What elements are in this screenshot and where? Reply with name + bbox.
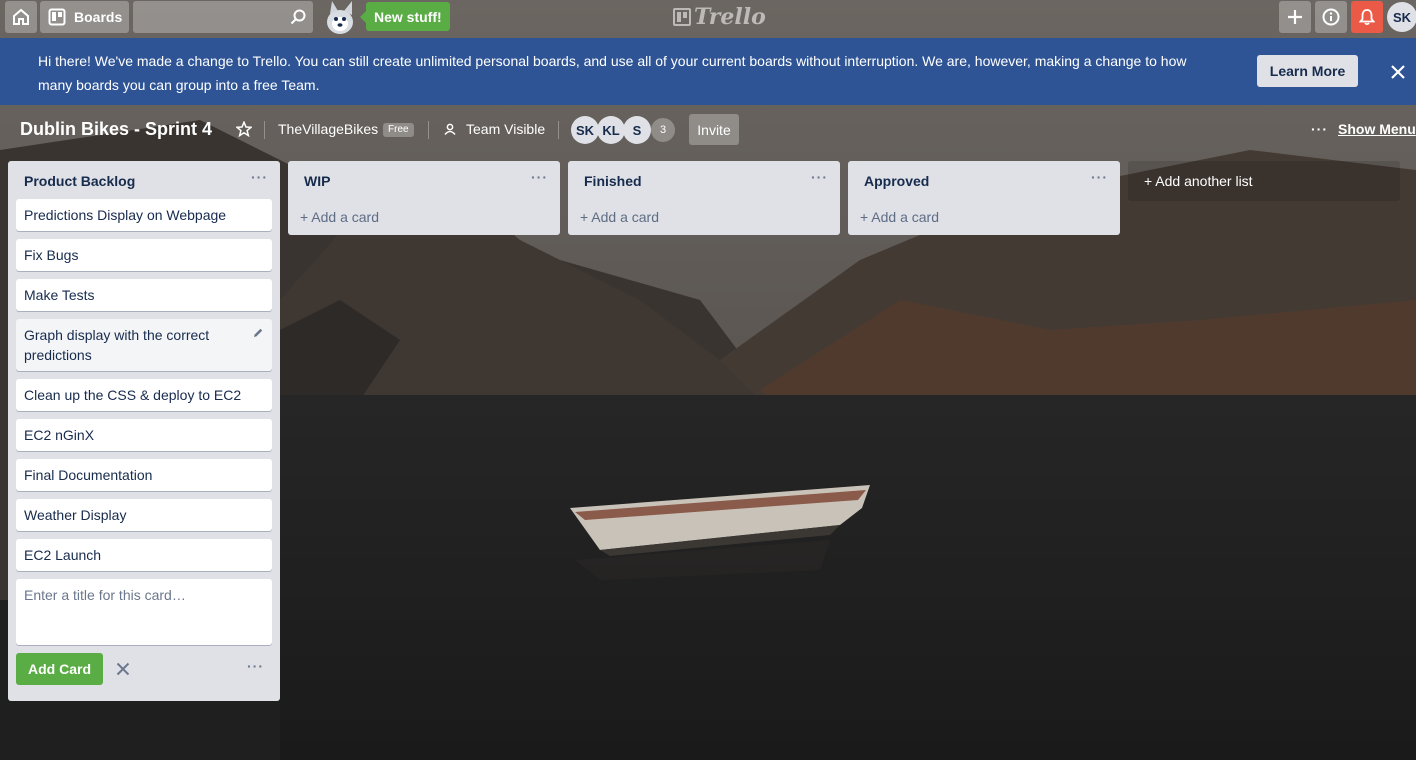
add-a-card-link[interactable]: + Add a card bbox=[288, 199, 560, 235]
invite-label: Invite bbox=[697, 121, 731, 138]
member-avatar[interactable]: SK bbox=[571, 116, 599, 144]
add-another-list-button[interactable]: + Add another list bbox=[1128, 161, 1400, 201]
card-title: Weather Display bbox=[24, 507, 127, 523]
member-initials: KL bbox=[602, 122, 620, 138]
card-title-input[interactable] bbox=[16, 579, 272, 645]
list-menu-icon[interactable]: ··· bbox=[251, 169, 268, 185]
home-button[interactable] bbox=[5, 1, 37, 33]
team-plan-badge: Free bbox=[383, 123, 414, 137]
card-title: EC2 Launch bbox=[24, 547, 102, 563]
create-button[interactable] bbox=[1279, 1, 1311, 33]
composer-controls: Add Card ··· bbox=[8, 653, 280, 701]
add-card-label: Add Card bbox=[28, 661, 91, 677]
card-composer bbox=[16, 579, 272, 645]
board-header: Dublin Bikes - Sprint 4 TheVillageBikes … bbox=[0, 105, 1416, 153]
list-header: Product Backlog ··· bbox=[8, 161, 280, 199]
home-icon bbox=[13, 8, 29, 25]
list-approved: Approved ··· + Add a card bbox=[848, 161, 1120, 235]
bell-icon bbox=[1359, 9, 1375, 26]
top-header: Boards New stuff! Trello SK bbox=[0, 0, 1416, 34]
card-title: Graph display with the correct predictio… bbox=[24, 327, 210, 363]
member-count-badge[interactable]: 3 bbox=[651, 118, 675, 142]
list-menu-icon[interactable]: ··· bbox=[531, 169, 548, 185]
pencil-icon[interactable] bbox=[252, 327, 264, 339]
show-menu-button[interactable]: ··· Show Menu bbox=[1311, 121, 1416, 137]
card[interactable]: EC2 nGinX bbox=[16, 419, 272, 451]
list-header: Approved ··· bbox=[848, 161, 1120, 199]
list-menu-icon[interactable]: ··· bbox=[811, 169, 828, 185]
close-icon[interactable] bbox=[116, 662, 130, 676]
composer-options-icon[interactable]: ··· bbox=[247, 658, 264, 674]
list-title[interactable]: WIP bbox=[304, 173, 330, 189]
user-avatar[interactable]: SK bbox=[1387, 2, 1416, 32]
info-icon bbox=[1322, 8, 1340, 26]
show-menu-label: Show Menu bbox=[1338, 121, 1416, 137]
more-icon: ··· bbox=[1311, 121, 1328, 137]
card-title: EC2 nGinX bbox=[24, 427, 95, 443]
search-icon bbox=[290, 9, 306, 25]
card[interactable]: Fix Bugs bbox=[16, 239, 272, 271]
card[interactable]: Weather Display bbox=[16, 499, 272, 531]
add-a-card-link[interactable]: + Add a card bbox=[568, 199, 840, 235]
team-icon bbox=[444, 123, 456, 135]
search-input[interactable] bbox=[133, 1, 313, 33]
board-title[interactable]: Dublin Bikes - Sprint 4 bbox=[20, 119, 212, 140]
member-avatar[interactable]: S bbox=[623, 116, 651, 144]
card-title: Final Documentation bbox=[24, 467, 153, 483]
card-title: Predictions Display on Webpage bbox=[24, 207, 227, 223]
header-divider bbox=[264, 121, 265, 139]
card[interactable]: Final Documentation bbox=[16, 459, 272, 491]
invite-button[interactable]: Invite bbox=[689, 114, 739, 145]
close-icon[interactable] bbox=[1390, 64, 1406, 80]
card[interactable]: EC2 Launch bbox=[16, 539, 272, 571]
card-title: Make Tests bbox=[24, 287, 95, 303]
card-title: Fix Bugs bbox=[24, 247, 79, 263]
list-title[interactable]: Product Backlog bbox=[24, 173, 135, 189]
trello-logo-icon bbox=[673, 8, 691, 26]
team-name-link[interactable]: TheVillageBikes bbox=[278, 121, 378, 137]
trello-logo-text: Trello bbox=[694, 4, 766, 30]
member-avatar[interactable]: KL bbox=[597, 116, 625, 144]
member-initials: SK bbox=[575, 122, 595, 138]
user-initials: SK bbox=[1392, 9, 1412, 25]
boards-label: Boards bbox=[74, 9, 123, 25]
header-divider bbox=[558, 121, 559, 139]
star-icon[interactable] bbox=[236, 121, 252, 137]
trello-logo[interactable]: Trello bbox=[673, 4, 766, 30]
learn-more-label: Learn More bbox=[1269, 63, 1346, 79]
notifications-button[interactable] bbox=[1351, 1, 1383, 33]
card-title: Clean up the CSS & deploy to EC2 bbox=[24, 387, 242, 403]
card[interactable]: Clean up the CSS & deploy to EC2 bbox=[16, 379, 272, 411]
list-header: Finished ··· bbox=[568, 161, 840, 199]
visibility-label: Team Visible bbox=[466, 121, 546, 137]
list-menu-icon[interactable]: ··· bbox=[1091, 169, 1108, 185]
info-button[interactable] bbox=[1315, 1, 1347, 33]
boards-icon bbox=[48, 8, 66, 26]
announcement-banner: Hi there! We've made a change to Trello.… bbox=[0, 38, 1416, 105]
plus-icon bbox=[1288, 10, 1302, 24]
list-header: WIP ··· bbox=[288, 161, 560, 199]
taco-mascot-icon bbox=[327, 1, 353, 34]
list-title[interactable]: Finished bbox=[584, 173, 642, 189]
header-divider bbox=[428, 121, 429, 139]
list-product-backlog: Product Backlog ··· Predictions Display … bbox=[8, 161, 280, 701]
new-stuff-label: New stuff! bbox=[374, 8, 442, 25]
card[interactable]: Make Tests bbox=[16, 279, 272, 311]
visibility-button[interactable]: Team Visible bbox=[444, 121, 545, 137]
card[interactable]: Predictions Display on Webpage bbox=[16, 199, 272, 231]
member-initials: S bbox=[632, 122, 642, 138]
learn-more-button[interactable]: Learn More bbox=[1257, 55, 1358, 87]
card[interactable]: Graph display with the correct predictio… bbox=[16, 319, 272, 371]
list-wip: WIP ··· + Add a card bbox=[288, 161, 560, 235]
new-stuff-button[interactable]: New stuff! bbox=[360, 2, 450, 31]
boards-button[interactable]: Boards bbox=[40, 1, 129, 33]
add-a-card-link[interactable]: + Add a card bbox=[848, 199, 1120, 235]
list-title[interactable]: Approved bbox=[864, 173, 929, 189]
list-finished: Finished ··· + Add a card bbox=[568, 161, 840, 235]
banner-message: Hi there! We've made a change to Trello.… bbox=[38, 53, 1187, 93]
add-card-button[interactable]: Add Card bbox=[16, 653, 103, 685]
